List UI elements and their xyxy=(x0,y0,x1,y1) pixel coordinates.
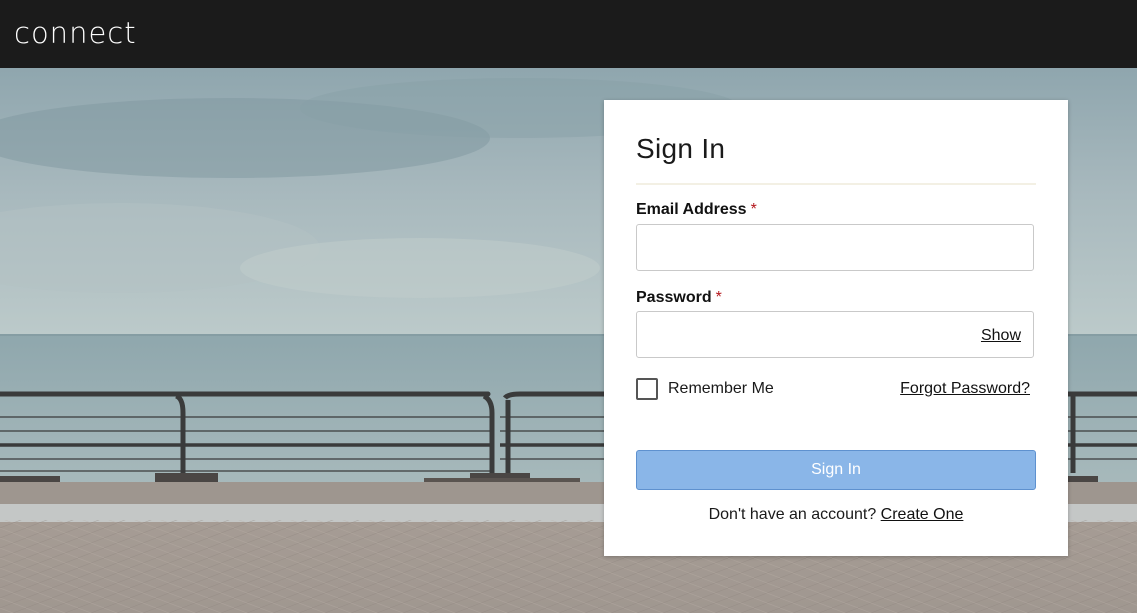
title-divider xyxy=(636,183,1036,185)
page: connect Sign In Email Address * Password… xyxy=(0,0,1137,613)
remember-me-control[interactable]: Remember Me xyxy=(636,378,774,400)
email-label-text: Email Address xyxy=(636,201,747,218)
no-account-text: Don't have an account? xyxy=(708,506,877,523)
remember-me-label[interactable]: Remember Me xyxy=(668,380,774,398)
email-input[interactable] xyxy=(636,224,1034,271)
password-required-marker: * xyxy=(715,289,722,306)
create-account-link[interactable]: Create One xyxy=(881,506,964,523)
remember-me-checkbox[interactable] xyxy=(636,378,658,400)
password-input[interactable] xyxy=(636,311,1034,358)
top-nav-bar: connect xyxy=(0,0,1137,68)
forgot-password-link[interactable]: Forgot Password? xyxy=(900,379,1030,399)
email-required-marker: * xyxy=(750,201,757,218)
email-label: Email Address * xyxy=(636,200,757,220)
brand-logo[interactable]: connect xyxy=(14,14,137,52)
create-account-prompt: Don't have an account? Create One xyxy=(604,505,1068,525)
show-password-toggle[interactable]: Show xyxy=(981,326,1021,346)
password-label: Password * xyxy=(636,288,722,308)
sign-in-title: Sign In xyxy=(636,133,726,164)
password-label-text: Password xyxy=(636,289,712,306)
sign-in-button[interactable]: Sign In xyxy=(636,450,1036,490)
sign-in-card: Sign In Email Address * Password * Show Re… xyxy=(604,100,1068,556)
